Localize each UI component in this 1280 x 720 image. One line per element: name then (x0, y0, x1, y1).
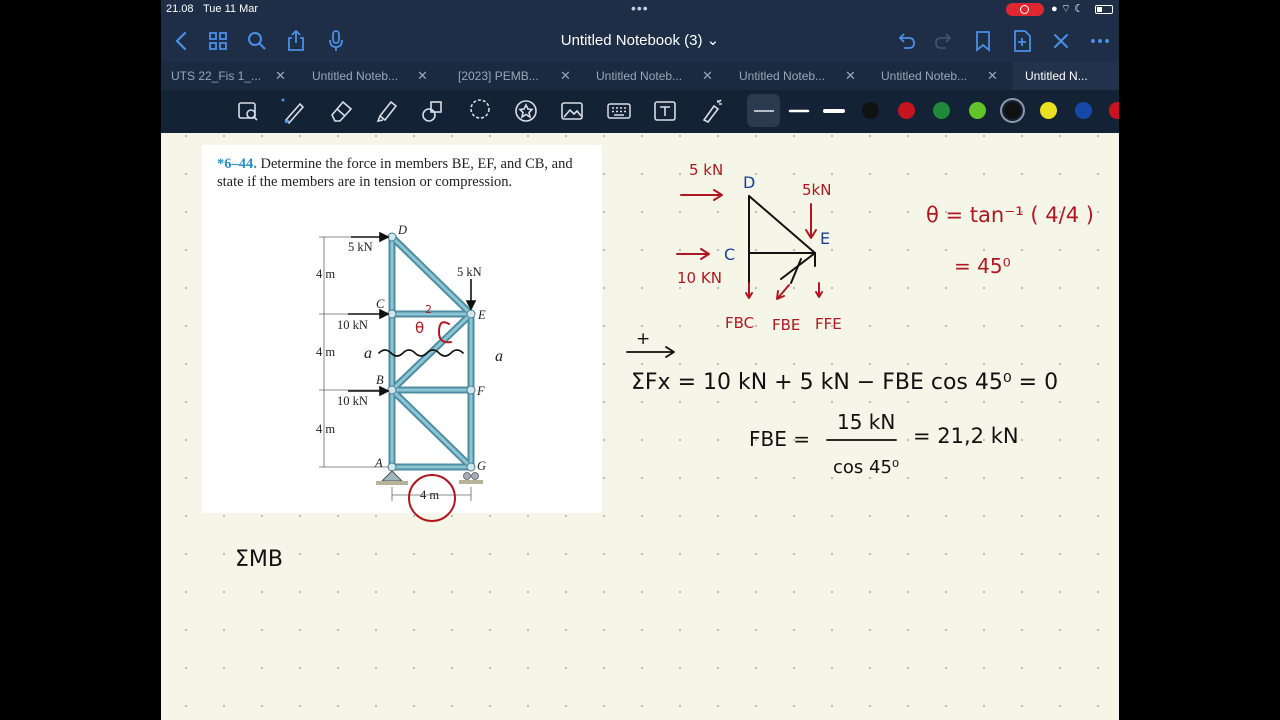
pen-icon[interactable] (279, 96, 309, 126)
fbd-joint-e: E (820, 229, 830, 248)
battery-icon (1095, 5, 1113, 14)
height-label-3: 4 m (316, 422, 335, 436)
tab-untitled-notebook[interactable]: Untitled Noteb... (312, 62, 408, 90)
bookmark-icon[interactable] (970, 28, 996, 54)
color-swatch-lime[interactable] (969, 102, 986, 119)
tab-untitled-notebook[interactable]: Untitled Noteb... (596, 62, 692, 90)
grid-view-icon[interactable] (205, 28, 231, 54)
joint-label-a: A (374, 456, 383, 470)
joint-label-f: F (476, 384, 485, 398)
image-icon[interactable] (557, 96, 587, 126)
document-tabs: UTS 22_Fis 1_... ✕ Untitled Noteb... ✕ [… (161, 62, 1119, 90)
redo-icon[interactable] (931, 28, 957, 54)
color-swatch-black[interactable] (862, 102, 879, 119)
tab-close-icon[interactable]: ✕ (560, 62, 571, 90)
theta-result: = 45⁰ (954, 254, 1011, 278)
notebook-navigation-bar: Untitled Notebook (3) ⌄ (161, 20, 1119, 62)
height-label-1: 4 m (316, 267, 335, 281)
width-label: 4 m (420, 488, 439, 502)
fbd-load-5kn-left: 5 kN (689, 161, 723, 179)
notebook-title[interactable]: Untitled Notebook (3) ⌄ (511, 31, 769, 49)
notebook-page[interactable]: *6–44. Determine the force in members BE… (161, 133, 1119, 720)
tab-close-icon[interactable]: ✕ (275, 62, 286, 90)
fbd-joint-c: C (724, 245, 735, 264)
color-swatch-yellow[interactable] (1040, 102, 1057, 119)
highlighter-icon[interactable] (372, 96, 402, 126)
load-label-right: 5 kN (457, 265, 482, 279)
sum-fx-equation: ΣFx = 10 kN + 5 kN − FBE cos 45⁰ = 0 (631, 370, 1058, 395)
fbe-result: = 21,2 kN (913, 424, 1019, 448)
sticker-icon[interactable] (511, 96, 541, 126)
free-body-diagram: 5 kN 5kN 10 KN D C E FBC FBE FFE (676, 161, 842, 334)
color-swatch-partial[interactable] (1109, 102, 1119, 119)
tab-close-icon[interactable]: ✕ (987, 62, 998, 90)
joint-label-d: D (397, 223, 407, 237)
more-options-icon[interactable] (1087, 28, 1113, 54)
load-label-top: 5 kN (348, 240, 373, 254)
joint-label-c: C (376, 297, 385, 311)
color-swatch-green[interactable] (933, 102, 950, 119)
force-label-fbe: FBE (772, 316, 800, 334)
keyboard-icon[interactable] (604, 96, 634, 126)
text-icon[interactable] (650, 96, 680, 126)
tab-close-icon[interactable]: ✕ (702, 62, 713, 90)
medium-stroke-option[interactable] (787, 96, 811, 126)
multitasking-dots[interactable]: ••• (631, 0, 649, 16)
color-swatch-red[interactable] (898, 102, 915, 119)
back-chevron-icon[interactable] (169, 28, 195, 54)
color-swatch-selected[interactable] (1004, 102, 1021, 119)
thin-stroke-option[interactable] (752, 96, 776, 126)
lasso-icon[interactable] (465, 96, 495, 126)
fbe-numerator: 15 kN (837, 410, 895, 434)
truss-diagram: D C E B F A G 5 kN 5 kN 10 kN 10 kN 4 m … (316, 223, 503, 522)
joint-label-g: G (477, 459, 486, 473)
status-time: 21.08 (166, 3, 194, 15)
share-icon[interactable] (283, 28, 309, 54)
status-date: Tue 11 Mar (203, 3, 259, 15)
theta-equation: θ = tan⁻¹ ( 4/4 ) (926, 203, 1094, 227)
load-label-b: 10 kN (337, 394, 368, 408)
fbe-label: FBE = (749, 427, 810, 451)
tab-pemb-2023[interactable]: [2023] PEMB... (458, 62, 554, 90)
tab-close-icon[interactable]: ✕ (417, 62, 428, 90)
microphone-icon[interactable] (323, 28, 349, 54)
joint-label-e: E (477, 308, 486, 322)
laser-pointer-icon[interactable] (696, 96, 726, 126)
status-bar: 21.08 Tue 11 Mar ••• ● ⌔ ☾ (161, 0, 1119, 20)
tab-close-icon[interactable]: ✕ (845, 62, 856, 90)
thick-stroke-option[interactable] (822, 96, 846, 126)
screen-recording-icon[interactable] (1006, 3, 1044, 16)
cut-label-left: a (364, 345, 372, 362)
sum-mb-equation: ΣMB (235, 547, 283, 572)
undo-icon[interactable] (893, 28, 919, 54)
cut-label-right: a (495, 348, 503, 365)
page-drawing-layer: D C E B F A G 5 kN 5 kN 10 kN 10 kN 4 m … (235, 161, 1094, 572)
search-icon[interactable] (244, 28, 270, 54)
fbe-denominator: cos 45⁰ (833, 457, 899, 478)
close-icon[interactable] (1048, 28, 1074, 54)
fbd-load-10kn: 10 KN (677, 269, 722, 287)
drawing-toolbar (161, 90, 1119, 133)
force-label-fbc: FBC (725, 314, 754, 332)
angle-mark-annotation: 2 (425, 303, 432, 316)
theta-annotation: θ (415, 319, 424, 337)
color-swatch-blue[interactable] (1075, 102, 1092, 119)
add-page-icon[interactable] (1009, 28, 1035, 54)
joint-label-b: B (376, 373, 384, 387)
shapes-icon[interactable] (418, 96, 448, 126)
positive-direction-sign: + (636, 329, 650, 349)
tab-untitled-notebook[interactable]: Untitled Noteb... (739, 62, 835, 90)
fbd-load-5kn-right: 5kN (802, 181, 831, 199)
zoom-lasso-icon[interactable] (233, 96, 263, 126)
eraser-icon[interactable] (326, 96, 356, 126)
tab-untitled-notebook[interactable]: Untitled Noteb... (881, 62, 977, 90)
system-status-icons: ● ⌔ ☾ (1051, 3, 1084, 15)
load-label-c: 10 kN (337, 318, 368, 332)
fbd-joint-d: D (743, 173, 755, 192)
ipad-screen: 21.08 Tue 11 Mar ••• ● ⌔ ☾ Untitled Note… (161, 0, 1119, 720)
force-label-ffe: FFE (815, 315, 842, 333)
tab-untitled-notebook-active[interactable]: Untitled N... (1013, 62, 1119, 90)
height-label-2: 4 m (316, 345, 335, 359)
tab-uts22[interactable]: UTS 22_Fis 1_... (171, 62, 267, 90)
